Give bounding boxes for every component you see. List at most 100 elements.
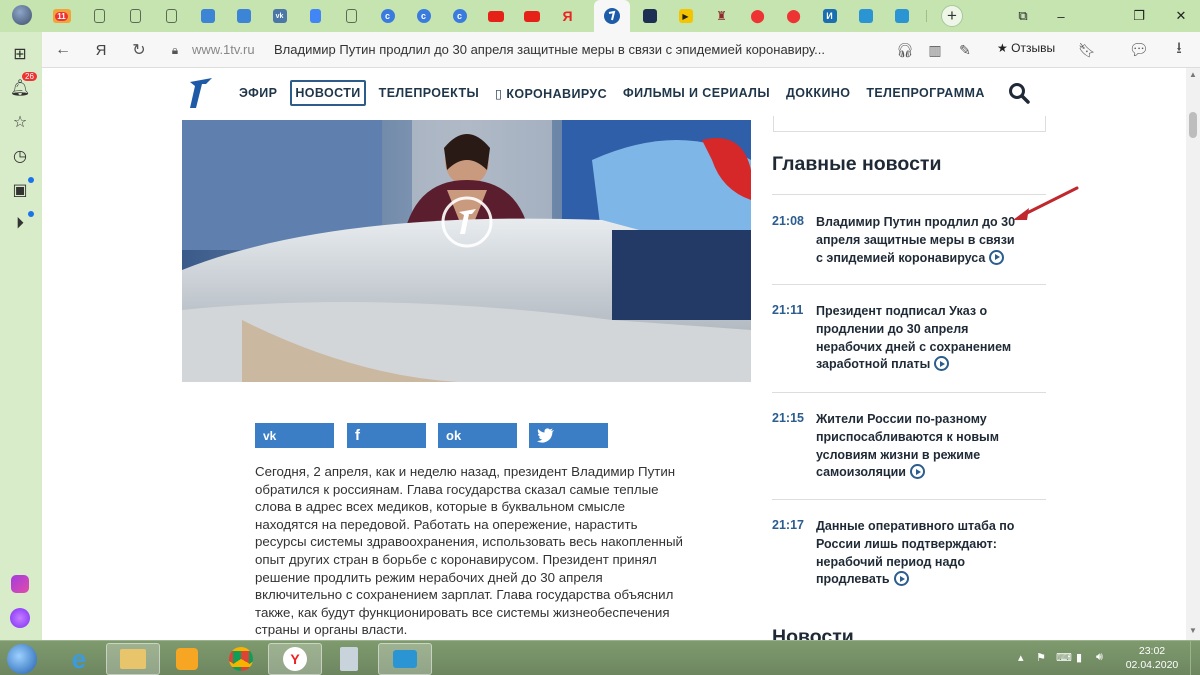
downloads-button[interactable]: ⭳ [1168,40,1190,60]
sidebar-notifications-button[interactable]: 🔔︎ 26 [8,72,37,100]
action-center-icon[interactable]: ⚑ [1036,651,1046,664]
tab-c-2[interactable]: c [408,4,439,28]
taskbar-chrome[interactable] [214,643,268,675]
new-tab-button[interactable]: + [941,5,963,27]
tab-vk[interactable]: vk [264,4,295,28]
taskbar-media-player[interactable] [160,643,214,675]
play-icon[interactable] [934,356,950,372]
extensions-button[interactable]: ✎ [954,40,976,60]
scroll-up-arrow[interactable]: ▲ [1189,70,1197,79]
profile-avatar[interactable] [6,3,37,27]
url-page-title[interactable]: Владимир Путин продлил до 30 апреля защи… [274,42,894,57]
news-headline[interactable]: Владимир Путин продлил до 30 апреля защи… [816,215,1015,265]
tab-1tv-active[interactable] [594,0,630,32]
url-host[interactable]: www.1tv.ru [192,42,255,57]
yandex-logo-icon: Я [95,41,107,59]
video-player[interactable] [182,120,751,382]
sidebar-bookmarks-button[interactable]: ☆ [8,110,32,134]
tab-c-3[interactable]: c [444,4,475,28]
share-odnoklassniki-button[interactable]: ok [438,423,517,448]
taskbar-calculator[interactable] [322,643,376,675]
bird-icon [894,9,909,23]
tab-maps-1[interactable]: ⬤ [742,4,773,28]
tab-doc-1[interactable] [84,4,115,28]
nav-teleprojects[interactable]: ТЕЛЕПРОЕКТЫ [376,82,483,104]
tab-chat-1[interactable] [192,4,223,28]
bookmark-button[interactable]: 🔖︎ [1076,40,1098,60]
reviews-button[interactable]: ★ Отзывы [997,41,1055,55]
share-facebook-button[interactable]: f [347,423,426,448]
news-headline-wrap: Президент подписал Указ о продлении до 3… [816,303,1021,374]
nav-dokkino[interactable]: ДОККИНО [783,82,853,104]
tab-gov[interactable] [634,4,665,28]
keyboard-icon[interactable]: ⌨ [1056,651,1072,664]
volume-icon[interactable]: 🔊︎ [1096,651,1103,664]
channel-one-logo[interactable] [182,74,220,112]
search-icon[interactable] [1008,82,1030,104]
yandex-browser-icon: Y [283,647,307,671]
tab-docs[interactable] [300,4,331,28]
taskbar-app[interactable] [378,643,432,675]
tab-mail[interactable]: 11 [46,4,77,28]
tab-youtube-2[interactable] [516,4,547,28]
minimize-button[interactable]: – [1050,6,1072,26]
reload-icon: ↻ [132,42,146,59]
translate-button[interactable]: ▥ [924,40,946,60]
clock-date: 02.04.2020 [1125,659,1179,671]
tab-i[interactable]: И [814,4,845,28]
tab-collections-button[interactable]: ⧉ [1012,6,1034,26]
news-headline[interactable]: Жители России по-разному приспосабливают… [816,412,999,479]
tab-c-1[interactable]: c [372,4,403,28]
taskbar-internet-explorer[interactable]: e [52,643,106,675]
sidebar-alice-button[interactable] [8,606,32,630]
tab-bird-2[interactable] [886,4,917,28]
tab-bird-1[interactable] [850,4,881,28]
tab-youtube-1[interactable] [480,4,511,28]
back-button[interactable]: ← [52,40,74,60]
system-clock[interactable]: 23:02 02.04.2020 [1124,644,1180,672]
taskbar-explorer[interactable] [106,643,160,675]
scroll-thumb[interactable] [1189,112,1197,138]
reload-button[interactable]: ↻ [128,40,150,60]
tab-doc-3[interactable] [156,4,187,28]
news-headline-wrap: Владимир Путин продлил до 30 апреля защи… [816,214,1021,267]
tray-overflow-icon[interactable]: ▴ [1018,651,1024,664]
sidebar-history-button[interactable]: ◷ [8,144,32,168]
close-button[interactable]: ✕ [1170,6,1192,26]
nav-efir[interactable]: ЭФИР [236,82,280,104]
tab-chat-2[interactable] [228,4,259,28]
tab-doc-4[interactable] [336,4,367,28]
nav-films-series[interactable]: ФИЛЬМЫ И СЕРИАЛЫ [620,82,773,104]
share-vk-button[interactable]: vk [255,423,334,448]
taskbar-yandex-browser[interactable]: Y [268,643,322,675]
yandex-home-button[interactable]: Я [90,40,112,60]
sidebar-messenger-button[interactable] [8,572,32,596]
network-icon[interactable]: ▮ [1076,651,1082,664]
read-aloud-button[interactable]: 🎧︎ [894,40,916,60]
show-desktop-button[interactable] [1190,641,1200,675]
play-icon[interactable] [909,464,925,480]
chat-button[interactable]: 💬︎ [1128,40,1150,60]
document-icon [346,9,357,23]
play-icon[interactable] [893,571,909,587]
google-docs-icon [310,9,321,23]
tab-video[interactable]: ▶ [670,4,701,28]
share-twitter-button[interactable] [529,423,608,448]
play-icon[interactable] [989,249,1005,265]
nav-coronavirus[interactable]: ▯ КОРОНАВИРУС [492,82,610,105]
news-headline[interactable]: Президент подписал Указ о продлении до 3… [816,304,1011,371]
restore-button[interactable]: ❐ [1128,6,1150,26]
tab-yandex[interactable]: Я [552,4,583,28]
sidebar-apps-button[interactable]: ⊞ [8,42,32,66]
browser-sidebar: ⊞ 🔔︎ 26 ☆ ◷ ▣ ⏵ [0,32,42,640]
start-button[interactable] [0,643,44,675]
news-headline[interactable]: Данные оперативного штаба по России лишь… [816,519,1014,586]
tab-doc-2[interactable] [120,4,151,28]
scroll-down-arrow[interactable]: ▼ [1189,626,1197,635]
nav-tv-guide[interactable]: ТЕЛЕПРОГРАММА [863,82,987,104]
page-scrollbar[interactable]: ▲ ▼ [1186,68,1200,640]
tab-maps-2[interactable]: ⬤ [778,4,809,28]
nav-news[interactable]: НОВОСТИ [290,80,366,106]
tab-kremlin[interactable]: ♜ [706,4,737,28]
lock-button[interactable]: 🔒︎ [164,40,186,60]
